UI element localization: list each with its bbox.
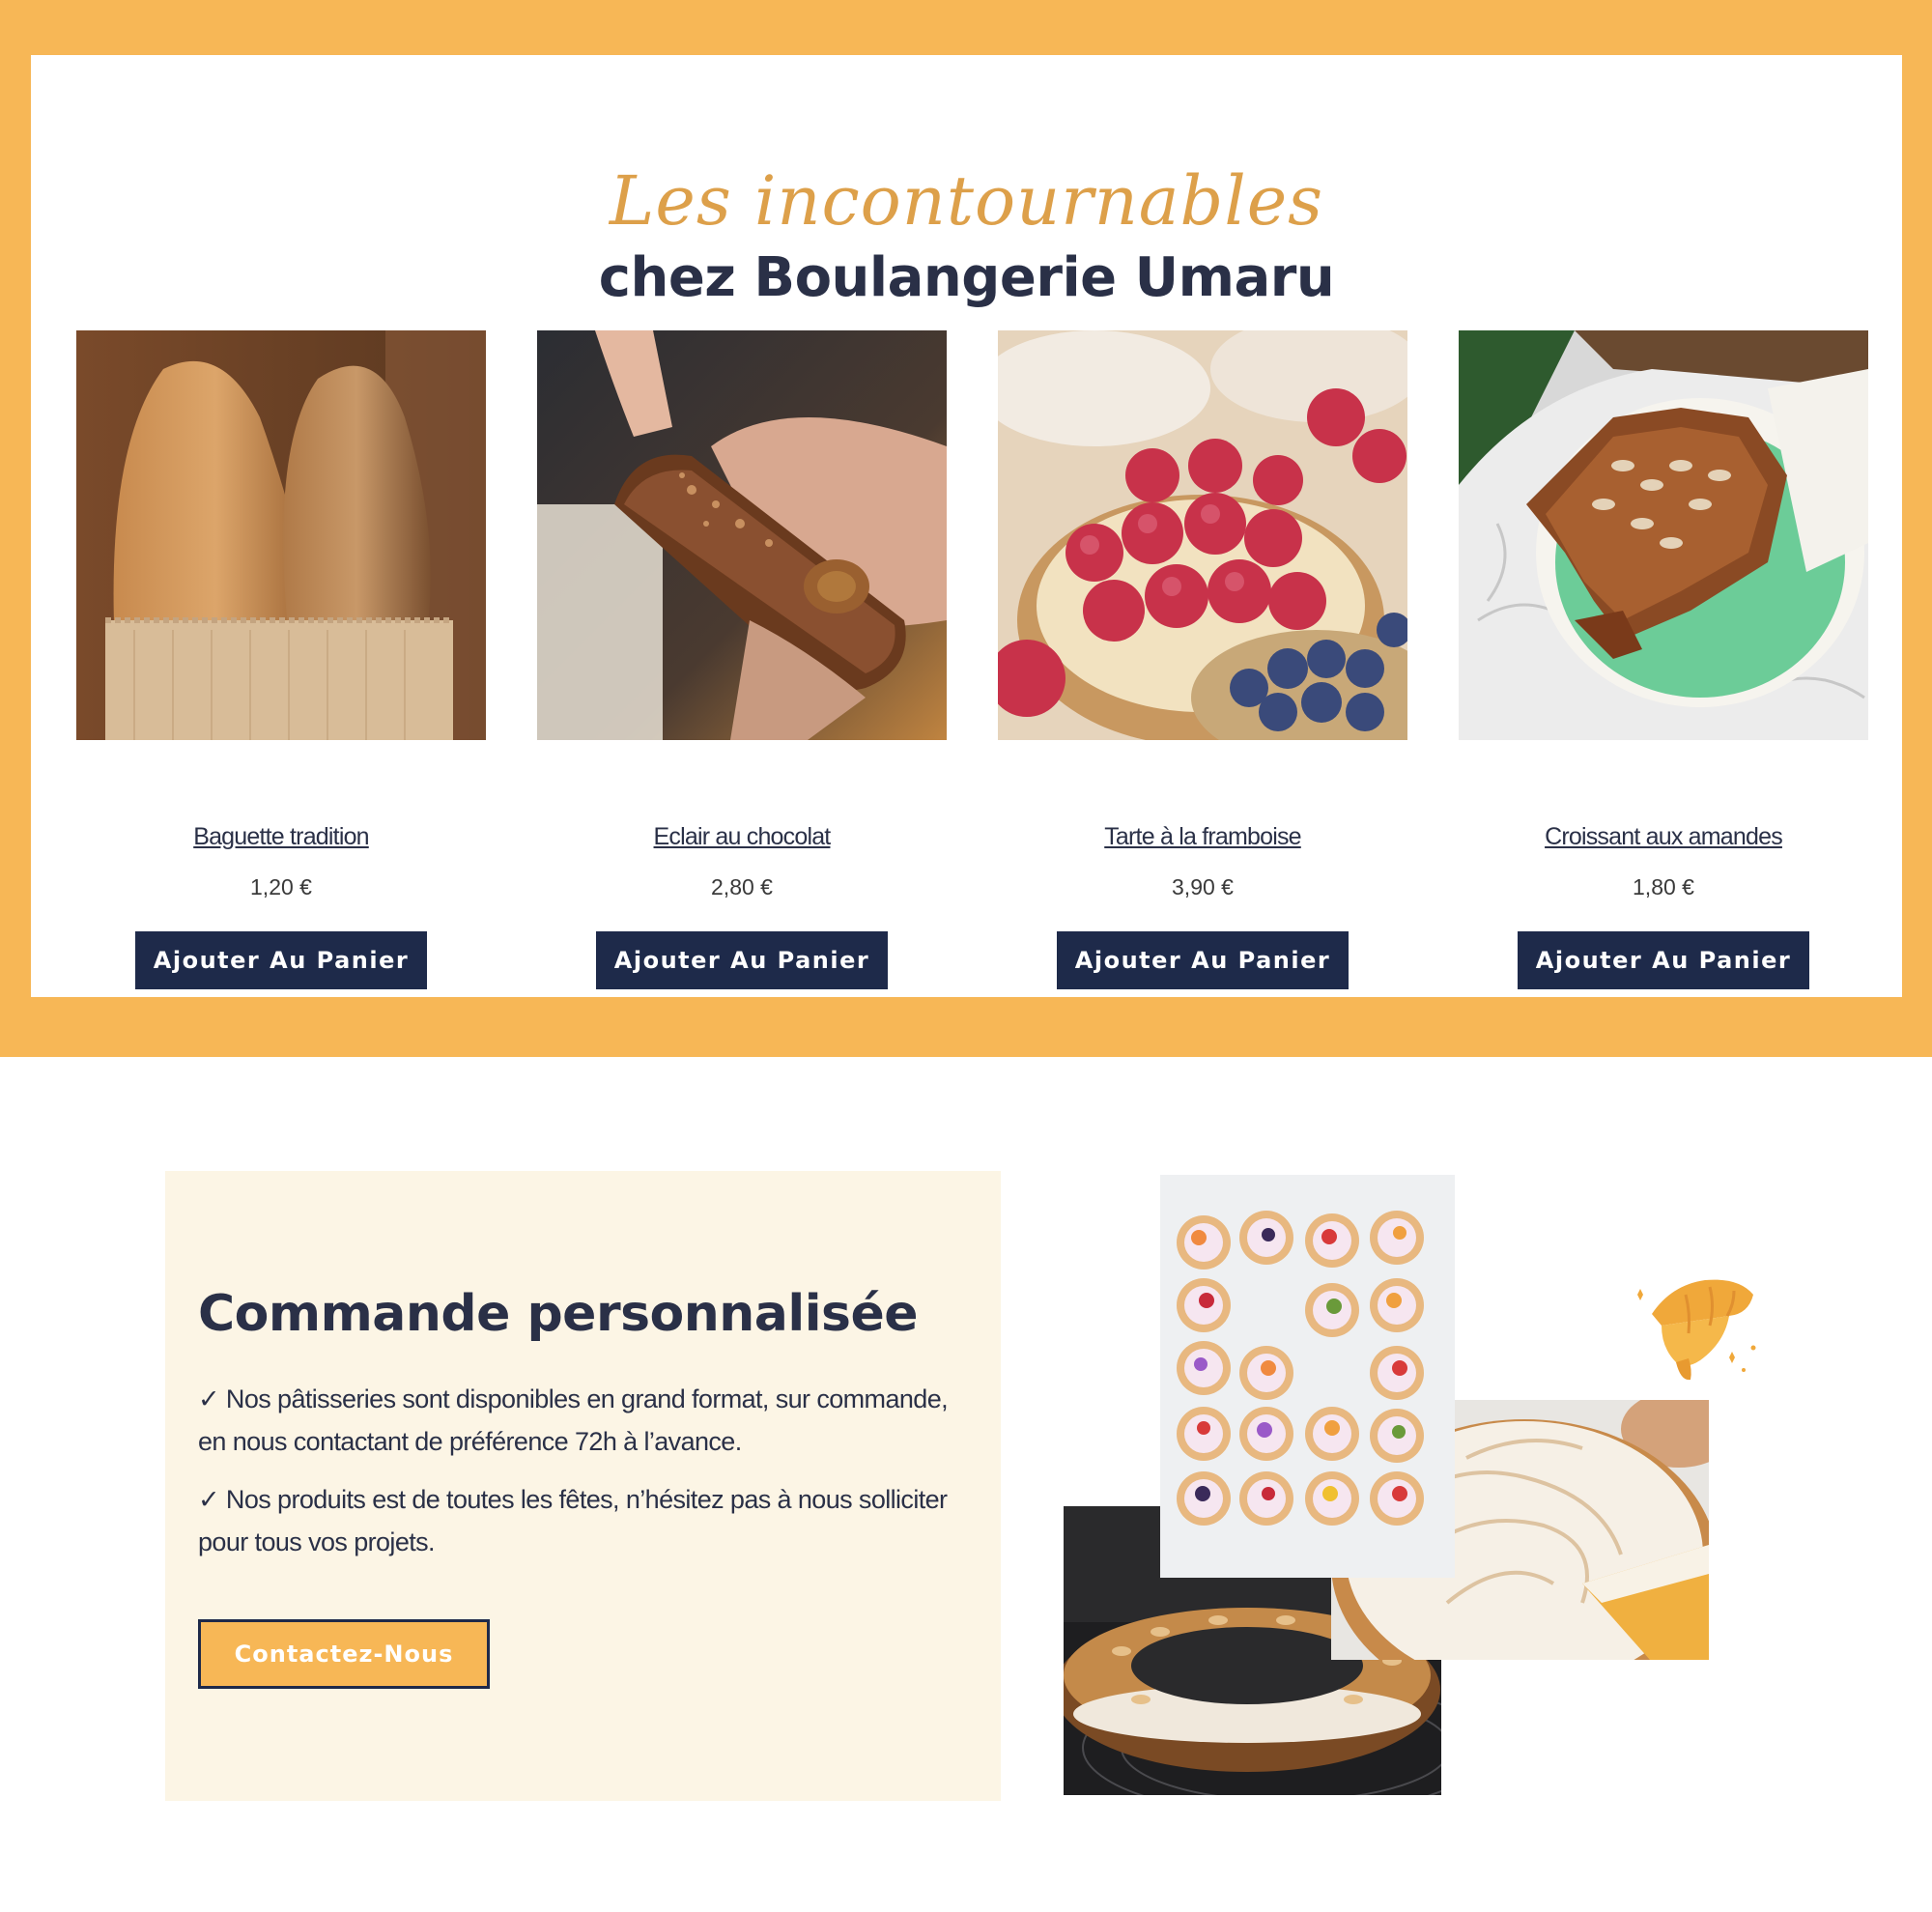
collage-image-tartlets — [1160, 1175, 1455, 1578]
product-image-baguette[interactable] — [76, 330, 486, 740]
custom-order-title: Commande personnalisée — [198, 1285, 919, 1343]
add-to-cart-button[interactable]: Ajouter Au Panier — [1518, 931, 1809, 989]
product-card: Croissant aux amandes 1,80 € Ajouter Au … — [1459, 330, 1868, 989]
product-price: 3,90 € — [1172, 874, 1234, 899]
product-card: Tarte à la framboise 3,90 € Ajouter Au P… — [998, 330, 1407, 989]
featured-products-card: Les incontournables chez Boulangerie Uma… — [31, 55, 1902, 997]
product-image-eclair[interactable] — [537, 330, 947, 740]
product-price: 2,80 € — [711, 874, 773, 899]
featured-title: chez Boulangerie Umaru — [598, 246, 1335, 309]
product-price: 1,80 € — [1633, 874, 1694, 899]
product-name-link[interactable]: Tarte à la framboise — [998, 823, 1407, 851]
product-card: Eclair au chocolat 2,80 € Ajouter Au Pan… — [537, 330, 947, 989]
product-name-link[interactable]: Croissant aux amandes — [1459, 823, 1868, 851]
product-price: 1,20 € — [250, 874, 312, 899]
custom-order-panel: Commande personnalisée ✓ Nos pâtisseries… — [165, 1171, 1001, 1801]
add-to-cart-button[interactable]: Ajouter Au Panier — [596, 931, 888, 989]
product-name-link[interactable]: Eclair au chocolat — [537, 823, 947, 851]
add-to-cart-button[interactable]: Ajouter Au Panier — [135, 931, 427, 989]
custom-order-line-2: ✓ Nos produits est de toutes les fêtes, … — [198, 1485, 948, 1556]
contact-us-button[interactable]: Contactez-Nous — [198, 1619, 490, 1689]
product-image-croissant-amandes[interactable] — [1459, 330, 1868, 740]
product-name-link[interactable]: Baguette tradition — [76, 823, 486, 851]
product-card: Baguette tradition 1,20 € Ajouter Au Pan… — [76, 330, 486, 989]
product-image-tarte-framboise[interactable] — [998, 330, 1407, 740]
add-to-cart-button[interactable]: Ajouter Au Panier — [1057, 931, 1349, 989]
featured-script-title: Les incontournables — [609, 161, 1324, 241]
custom-order-line-1: ✓ Nos pâtisseries sont disponibles en gr… — [198, 1384, 949, 1456]
croissant-icon — [1633, 1266, 1763, 1386]
